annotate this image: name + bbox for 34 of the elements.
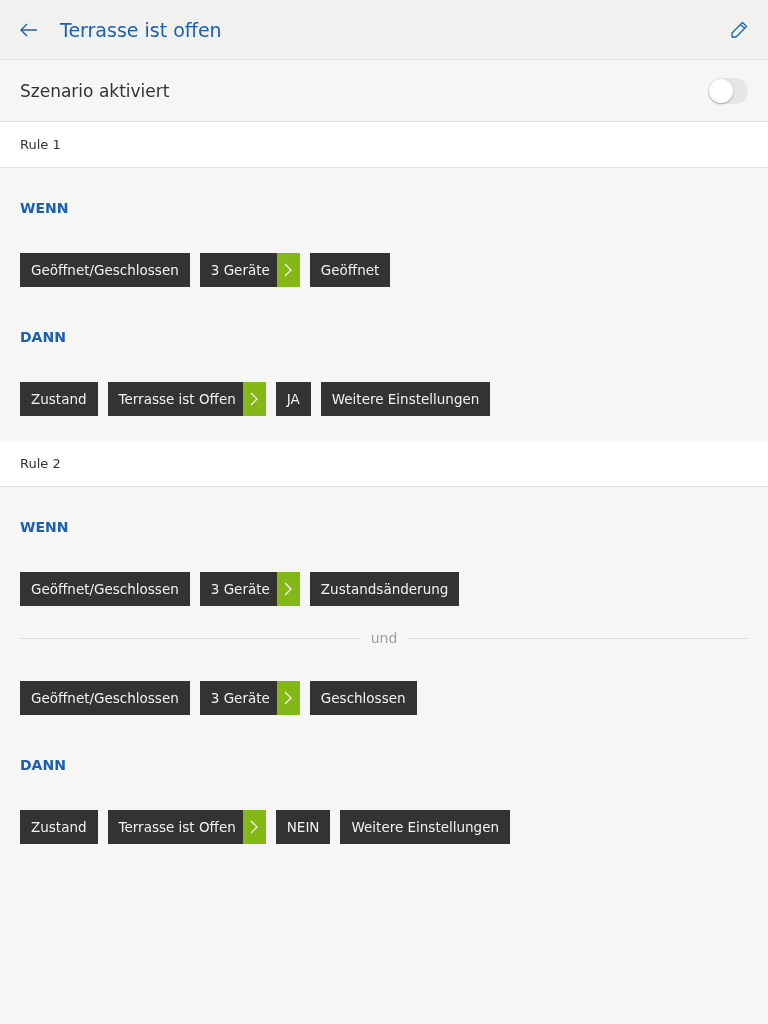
chevron-icon (250, 820, 259, 834)
condition-chip[interactable]: Geöffnet/Geschlossen (20, 572, 190, 606)
chevron-icon (284, 691, 293, 705)
condition-chip[interactable]: Weitere Einstellungen (340, 810, 511, 844)
scenario-label: Szenario aktiviert (20, 80, 170, 101)
condition-chip[interactable]: Geöffnet/Geschlossen (20, 253, 190, 287)
condition-chip[interactable]: Zustand (20, 382, 98, 416)
condition-chip[interactable]: NEIN (275, 810, 331, 844)
expandable-chip[interactable]: Terrasse ist Offen (107, 810, 266, 844)
rule-title: Rule 1 (20, 137, 61, 152)
section-heading: DANN (20, 756, 67, 775)
section-heading: WENN (20, 518, 70, 537)
page-title: Terrasse ist offen (60, 18, 223, 41)
condition-chip[interactable]: Zustand (20, 810, 98, 844)
condition-chip[interactable]: Geschlossen (309, 681, 417, 715)
pencil-icon[interactable] (730, 20, 748, 39)
condition-chip[interactable]: JA (275, 382, 311, 416)
expandable-chip[interactable]: 3 Geräte (199, 572, 300, 606)
section-heading: WENN (20, 199, 70, 218)
condition-chip[interactable]: Weitere Einstellungen (320, 382, 491, 416)
expandable-chip[interactable]: 3 Geräte (199, 253, 300, 287)
toggle-switch[interactable] (708, 77, 748, 104)
expandable-chip[interactable]: Terrasse ist Offen (107, 382, 266, 416)
chevron-icon (284, 582, 293, 596)
chevron-icon (284, 263, 293, 277)
condition-chip[interactable]: Geöffnet (309, 253, 391, 287)
expandable-chip[interactable]: 3 Geräte (199, 681, 300, 715)
condition-chip[interactable]: Geöffnet/Geschlossen (20, 681, 190, 715)
rule-title: Rule 2 (20, 456, 61, 471)
conjunction-label: und (369, 630, 399, 646)
chevron-icon (250, 392, 259, 406)
condition-chip[interactable]: Zustandsänderung (309, 572, 460, 606)
section-heading: DANN (20, 328, 67, 347)
back-arrow-icon[interactable] (20, 22, 38, 37)
